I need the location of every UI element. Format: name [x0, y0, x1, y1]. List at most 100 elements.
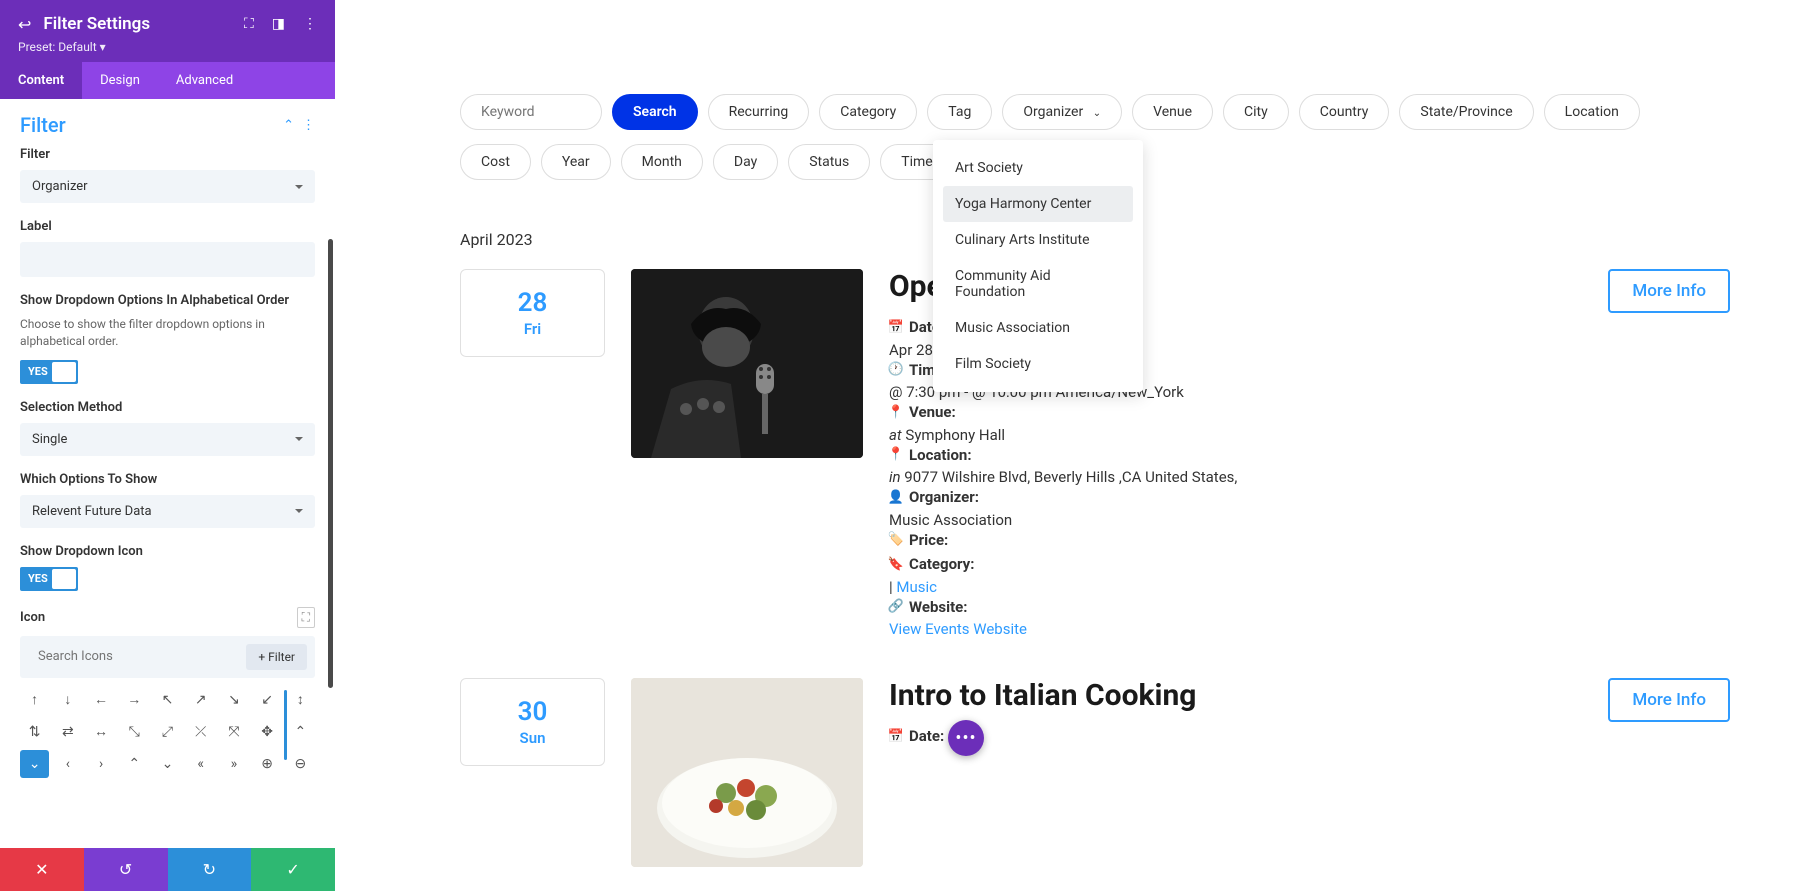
- filter-cost[interactable]: Cost: [460, 144, 531, 180]
- search-button[interactable]: Search: [612, 94, 698, 130]
- chevron-down2-icon[interactable]: ⌄: [153, 750, 182, 778]
- filter-year[interactable]: Year: [541, 144, 611, 180]
- caret-up-icon[interactable]: ⌃: [286, 718, 315, 746]
- filter-category[interactable]: Category: [819, 94, 917, 130]
- icon-scrollbar[interactable]: [284, 690, 287, 760]
- website-label: Website:: [909, 596, 968, 619]
- chevron-down-icon[interactable]: ⌄: [20, 750, 49, 778]
- chevron-left-icon[interactable]: ‹: [53, 750, 82, 778]
- circle-down-icon[interactable]: ⊖: [286, 750, 315, 778]
- organizer-value: Music Association: [889, 511, 1582, 529]
- arrow-left-icon[interactable]: ←: [86, 686, 115, 714]
- date-day: 30: [461, 697, 604, 727]
- arrow-out-icon[interactable]: ⤧: [219, 718, 248, 746]
- filter-location[interactable]: Location: [1544, 94, 1640, 130]
- collapse-icon[interactable]: ⌃: [283, 118, 294, 133]
- dropdown-option[interactable]: Film Society: [943, 346, 1133, 382]
- dropdown-icon-label: Show Dropdown Icon: [20, 544, 315, 559]
- back-icon[interactable]: ↩: [18, 15, 31, 34]
- arrow-ne-icon[interactable]: ↗: [186, 686, 215, 714]
- sidebar-header: ↩ Filter Settings ⛶ ◨ ⋮ Preset: Default …: [0, 0, 335, 62]
- alpha-toggle[interactable]: YES: [20, 360, 78, 384]
- undo-button[interactable]: ↺: [84, 848, 168, 891]
- toggle-label: YES: [20, 365, 48, 378]
- keyword-input-pill[interactable]: [460, 94, 602, 130]
- arrow-in-icon[interactable]: ⤫: [186, 718, 215, 746]
- chevron-up-icon[interactable]: ⌃: [120, 750, 149, 778]
- website-link[interactable]: View Events Website: [889, 620, 1027, 638]
- which-select[interactable]: Relevent Future Data: [20, 495, 315, 528]
- dropdown-icon-toggle[interactable]: YES: [20, 567, 78, 591]
- arrow-up-icon[interactable]: ↑: [20, 686, 49, 714]
- arrow-nw-icon[interactable]: ↖: [153, 686, 182, 714]
- filter-select[interactable]: Organizer: [20, 170, 315, 203]
- icon-expand-icon[interactable]: ⛶: [297, 607, 315, 628]
- dropdown-option[interactable]: Music Association: [943, 310, 1133, 346]
- tab-advanced[interactable]: Advanced: [158, 62, 251, 99]
- more-icon[interactable]: ⋮: [303, 16, 317, 32]
- expand-icon[interactable]: ⛶: [244, 16, 254, 32]
- filter-status[interactable]: Status: [788, 144, 870, 180]
- location-label: Location:: [909, 444, 972, 467]
- panel-layout-icon[interactable]: ◨: [272, 16, 285, 32]
- main-content: Search Recurring Category Tag Organizer …: [335, 0, 1800, 891]
- more-info-button[interactable]: More Info: [1608, 269, 1730, 313]
- selection-select[interactable]: Single: [20, 423, 315, 456]
- category-link[interactable]: Music: [896, 578, 937, 596]
- toggle-label: YES: [20, 572, 48, 585]
- preset-label[interactable]: Preset: Default ▾: [18, 40, 317, 54]
- selection-label: Selection Method: [20, 400, 315, 415]
- circle-up-icon[interactable]: ⊕: [253, 750, 282, 778]
- filter-tag[interactable]: Tag: [927, 94, 992, 130]
- chevron-right-icon[interactable]: ›: [86, 750, 115, 778]
- label-input[interactable]: [20, 242, 315, 277]
- calendar-icon: 📅: [889, 318, 903, 338]
- arrow-sw-icon[interactable]: ↙: [253, 686, 282, 714]
- scrollbar[interactable]: [328, 239, 333, 688]
- move-icon[interactable]: ✥: [253, 718, 282, 746]
- filter-recurring[interactable]: Recurring: [708, 94, 810, 130]
- dropdown-option[interactable]: Culinary Arts Institute: [943, 222, 1133, 258]
- tab-content[interactable]: Content: [0, 62, 82, 99]
- fab-more-icon[interactable]: •••: [948, 720, 984, 756]
- panel-title: Filter Settings: [43, 14, 232, 34]
- keyword-input[interactable]: [481, 104, 581, 120]
- arrow-vert-icon[interactable]: ⇅: [20, 718, 49, 746]
- filter-organizer[interactable]: Organizer ⌄: [1002, 94, 1122, 130]
- arrow-lr-icon[interactable]: ↔: [86, 718, 115, 746]
- tab-design[interactable]: Design: [82, 62, 158, 99]
- filter-city[interactable]: City: [1223, 94, 1289, 130]
- more-info-button[interactable]: More Info: [1608, 678, 1730, 722]
- bookmark-icon: 🔖: [889, 555, 903, 575]
- filter-venue[interactable]: Venue: [1132, 94, 1213, 130]
- cancel-button[interactable]: ✕: [0, 848, 84, 891]
- section-more-icon[interactable]: ⋮: [302, 118, 315, 133]
- event-image: [631, 269, 863, 458]
- double-right-icon[interactable]: »: [219, 750, 248, 778]
- icon-filter-button[interactable]: + Filter: [246, 644, 307, 670]
- filter-country[interactable]: Country: [1299, 94, 1390, 130]
- arrow-expand-icon[interactable]: ⤢: [153, 718, 182, 746]
- icon-search-input[interactable]: [34, 645, 238, 668]
- arrow-horiz-icon[interactable]: ⇄: [53, 718, 82, 746]
- save-button[interactable]: ✓: [251, 848, 335, 891]
- arrow-collapse-icon[interactable]: ⤡: [120, 718, 149, 746]
- double-left-icon[interactable]: «: [186, 750, 215, 778]
- clock-icon: 🕐: [889, 360, 903, 380]
- dropdown-option[interactable]: Yoga Harmony Center: [943, 186, 1133, 222]
- arrow-down-icon[interactable]: ↓: [53, 686, 82, 714]
- tag-icon: 🏷️: [889, 530, 903, 550]
- redo-button[interactable]: ↻: [168, 848, 252, 891]
- arrow-right-icon[interactable]: →: [120, 686, 149, 714]
- arrow-updown-icon[interactable]: ↕: [286, 686, 315, 714]
- dropdown-option[interactable]: Art Society: [943, 150, 1133, 186]
- date-label: Date:: [909, 725, 944, 748]
- filter-day[interactable]: Day: [713, 144, 778, 180]
- date-card: 30 Sun: [460, 678, 605, 766]
- location-value: in 9077 Wilshire Blvd, Beverly Hills ,CA…: [889, 468, 1582, 486]
- filter-state[interactable]: State/Province: [1399, 94, 1533, 130]
- filter-month[interactable]: Month: [621, 144, 703, 180]
- arrow-se-icon[interactable]: ↘: [219, 686, 248, 714]
- category-value: | Music: [889, 578, 1582, 596]
- dropdown-option[interactable]: Community Aid Foundation: [943, 258, 1133, 310]
